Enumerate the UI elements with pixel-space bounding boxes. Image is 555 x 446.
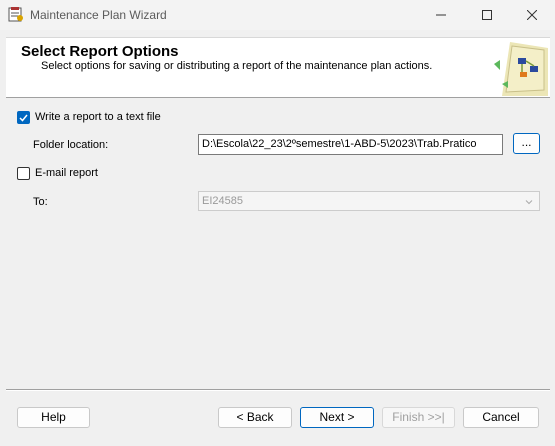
- maximize-icon: [482, 10, 492, 20]
- folder-location-field[interactable]: D:\Escola\22_23\2ºsemestre\1-ABD-5\2023\…: [198, 134, 503, 155]
- email-report-label[interactable]: E-mail report: [35, 167, 98, 179]
- next-button[interactable]: Next >: [300, 407, 374, 428]
- minimize-icon: [436, 14, 446, 16]
- chevron-down-icon: [525, 200, 533, 205]
- maximize-button[interactable]: [464, 0, 510, 30]
- email-recipient-select[interactable]: EI24585: [198, 191, 540, 211]
- email-recipient-value: EI24585: [202, 195, 243, 207]
- footer-divider: [6, 389, 550, 391]
- write-report-checkbox[interactable]: [17, 111, 30, 124]
- write-report-label[interactable]: Write a report to a text file: [35, 111, 161, 123]
- checkmark-icon: [19, 114, 28, 122]
- close-button[interactable]: [509, 0, 555, 30]
- page-title: Select Report Options: [21, 43, 179, 60]
- page-subtitle: Select options for saving or distributin…: [41, 60, 433, 72]
- window-title: Maintenance Plan Wizard: [30, 8, 167, 22]
- browse-folder-button[interactable]: ...: [513, 133, 540, 154]
- email-report-checkbox[interactable]: [17, 167, 30, 180]
- minimize-button[interactable]: [418, 0, 464, 30]
- wizard-banner-icon: [492, 40, 550, 96]
- close-icon: [527, 10, 537, 20]
- wizard-header: Select Report Options Select options for…: [6, 37, 550, 98]
- cancel-button[interactable]: Cancel: [463, 407, 539, 428]
- wizard-app-icon: [8, 6, 24, 22]
- help-button[interactable]: Help: [17, 407, 90, 428]
- finish-button[interactable]: Finish >>|: [382, 407, 455, 428]
- folder-location-label: Folder location:: [33, 139, 109, 151]
- title-bar[interactable]: Maintenance Plan Wizard: [0, 0, 555, 30]
- back-button[interactable]: < Back: [218, 407, 292, 428]
- to-label: To:: [33, 196, 48, 208]
